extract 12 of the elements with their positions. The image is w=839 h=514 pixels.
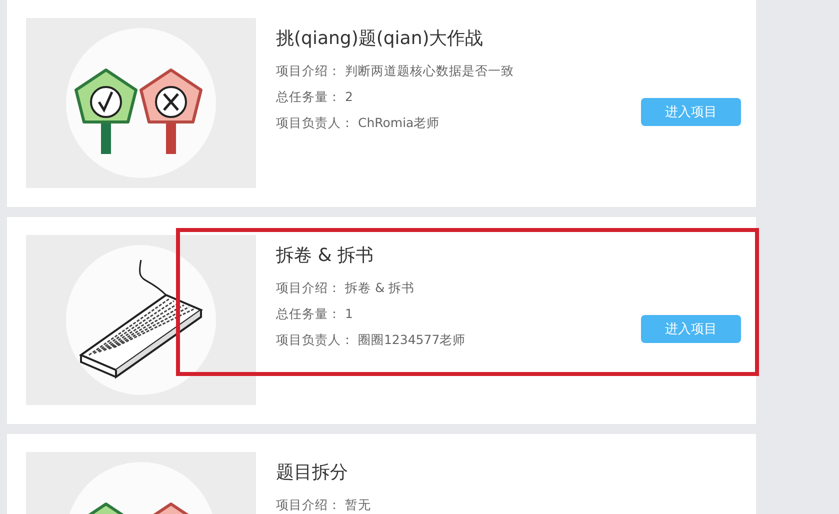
project-detail: 总任务量： 1 (276, 306, 353, 322)
project-detail: 项目负责人： 圈圈1234577老师 (276, 332, 466, 348)
project-title: 拆卷 & 拆书 (276, 244, 374, 267)
project-title: 题目拆分 (276, 461, 348, 484)
enter-project-button[interactable]: 进入项目 (641, 98, 741, 126)
project-detail: 项目负责人： ChRomia老师 (276, 115, 440, 131)
enter-project-button[interactable]: 进入项目 (641, 315, 741, 343)
project-detail: 项目介绍： 拆卷 & 拆书 (276, 280, 415, 296)
project-title: 挑(qiang)题(qian)大作战 (276, 27, 484, 50)
project-detail: 总任务量： 2 (276, 89, 353, 105)
project-detail: 项目介绍： 暂无 (276, 497, 371, 513)
project-detail: 项目介绍： 判断两道题核心数据是否一致 (276, 63, 514, 79)
